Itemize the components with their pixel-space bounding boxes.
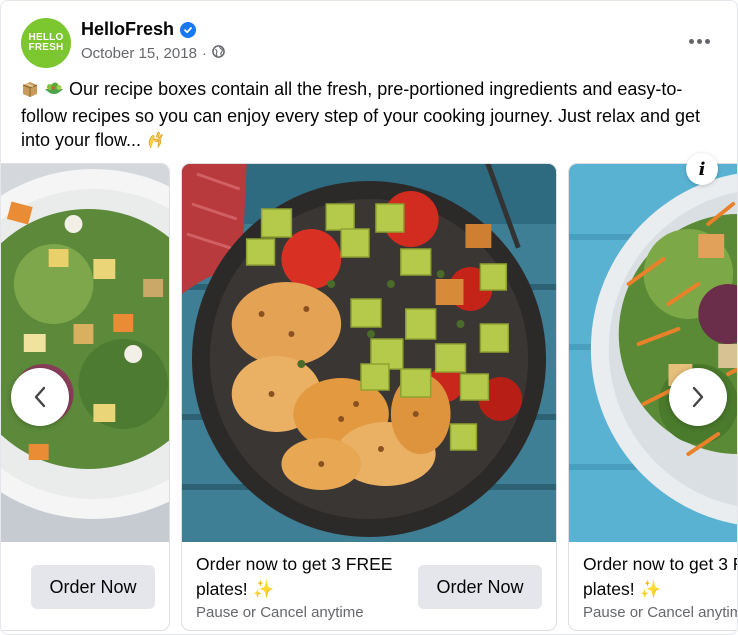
ad-post: HELLO FRESH HelloFresh October 15, 2018 … xyxy=(0,0,738,635)
sparkles-icon: ✨ xyxy=(252,579,275,599)
card-headline: Order now to get 3 FREE plates! ✨ xyxy=(583,552,737,602)
card-headline-text: Order now to get 3 FREE plates! xyxy=(196,554,393,599)
salad-plate-image[interactable] xyxy=(569,164,738,542)
carousel-next-button[interactable] xyxy=(669,368,727,426)
order-now-button[interactable]: Order Now xyxy=(31,565,155,609)
halloumi-avocado-bowl-image[interactable] xyxy=(182,164,556,542)
card-headline: Order now to get 3 FREE plates! ✨ xyxy=(196,552,396,602)
card-subtext: Pause or Cancel anytime xyxy=(196,604,364,621)
post-body-text: Our recipe boxes contain all the fresh, … xyxy=(21,79,701,150)
salad-emoji xyxy=(44,80,64,104)
card-footer: Order now to get 3 FREE plates! ✨ Pause … xyxy=(182,542,556,630)
carousel-card[interactable]: Order now to get 3 FREE plates! ✨ Pause … xyxy=(181,163,557,631)
post-meta: October 15, 2018 · xyxy=(81,45,225,62)
more-options-icon[interactable] xyxy=(681,27,717,55)
box-emoji xyxy=(21,80,39,104)
avatar-text-line2: FRESH xyxy=(28,42,64,53)
verified-badge-icon xyxy=(180,21,197,38)
page-name[interactable]: HelloFresh xyxy=(81,19,197,40)
card-footer: Order Now xyxy=(1,542,169,630)
sparkles-icon: ✨ xyxy=(639,579,662,599)
page-name-text[interactable]: HelloFresh xyxy=(81,19,174,40)
post-date[interactable]: October 15, 2018 xyxy=(81,45,197,62)
card-footer: Order now to get 3 FREE plates! ✨ Pause … xyxy=(569,542,738,630)
ok-hand-emoji xyxy=(146,131,164,155)
card-subtext: Pause or Cancel anytime xyxy=(583,604,738,621)
order-now-button[interactable]: Order Now xyxy=(418,565,542,609)
chevron-left-icon xyxy=(34,386,46,408)
carousel-prev-button[interactable] xyxy=(11,368,69,426)
salad-bowl-image[interactable] xyxy=(0,164,169,542)
globe-icon[interactable] xyxy=(212,45,225,62)
chevron-right-icon xyxy=(692,386,704,408)
post-text: Our recipe boxes contain all the fresh, … xyxy=(21,77,721,155)
meta-separator: · xyxy=(201,45,207,62)
ad-info-icon[interactable]: i xyxy=(686,153,718,185)
page-avatar[interactable]: HELLO FRESH xyxy=(21,18,71,68)
